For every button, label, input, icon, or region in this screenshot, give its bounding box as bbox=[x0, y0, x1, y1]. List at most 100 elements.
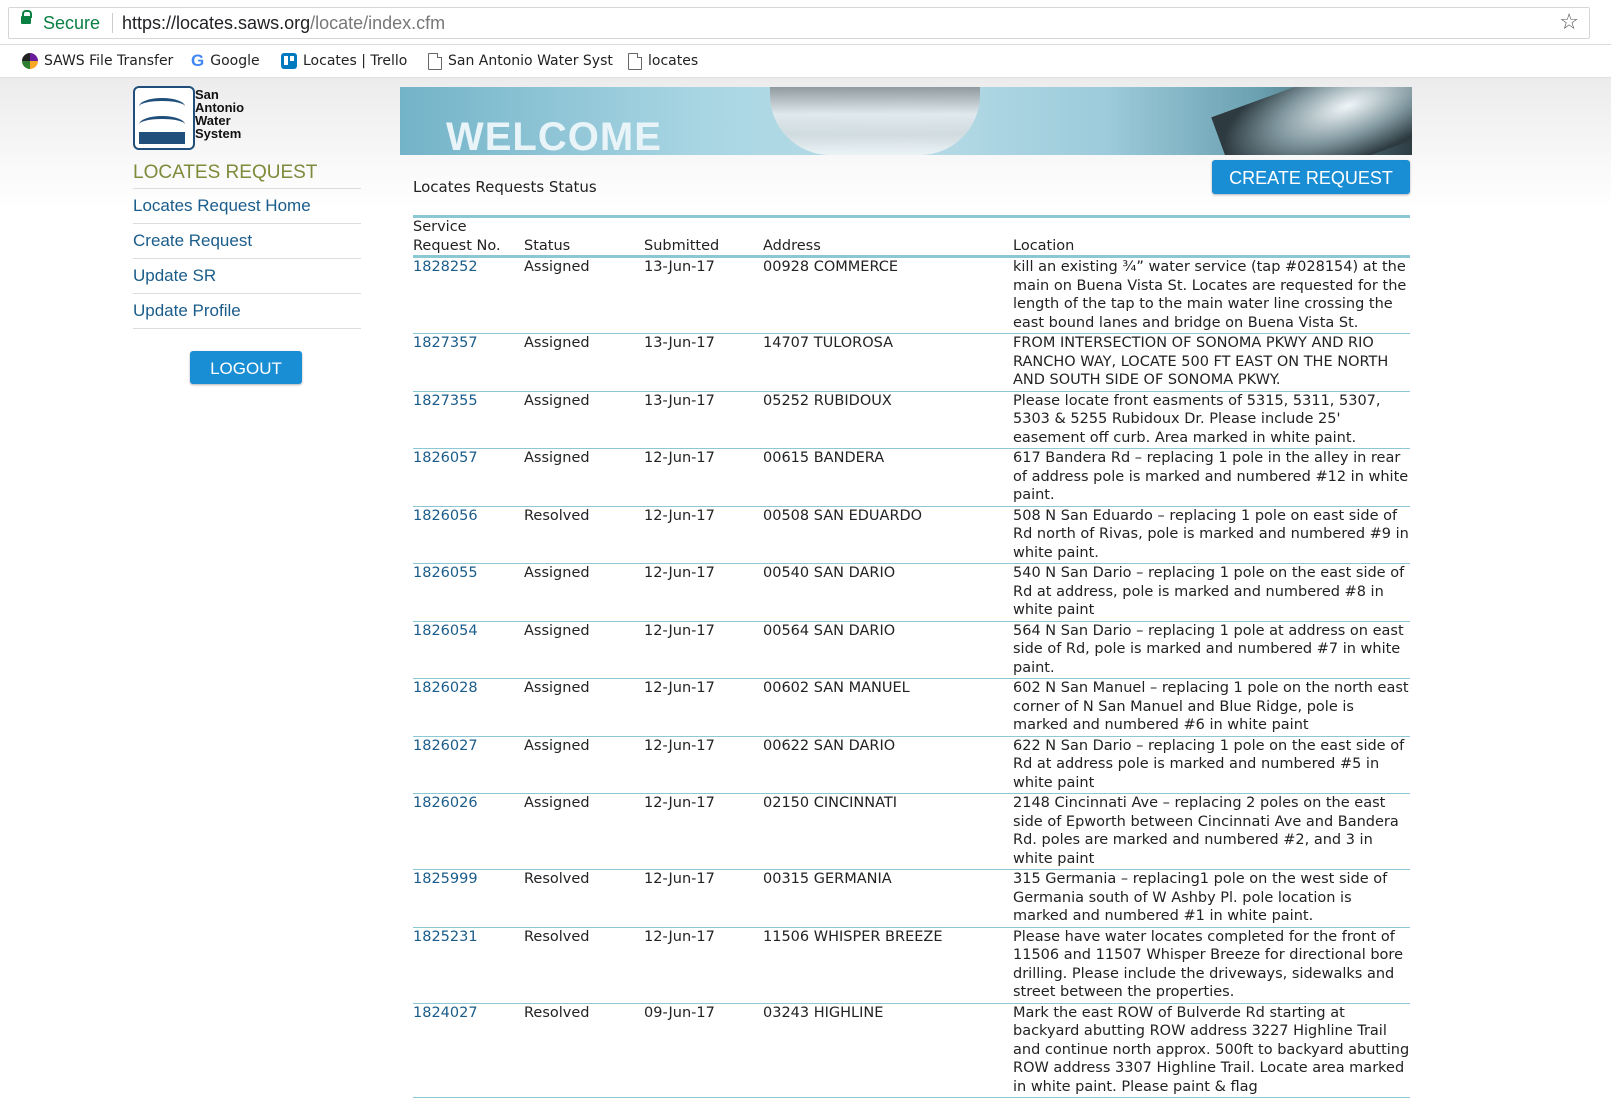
lock-icon bbox=[21, 10, 32, 24]
bookmark-star-icon[interactable]: ☆ bbox=[1559, 10, 1579, 35]
submitted-cell: 12-Jun-17 bbox=[644, 793, 763, 870]
trello-icon bbox=[281, 53, 297, 69]
table-row: 1825999 Resolved 12-Jun-17 00315 GERMANIA 31… bbox=[413, 869, 1410, 928]
saws-logo-mark bbox=[133, 86, 195, 150]
address-bar: Secure https://locates.saws.org/locate/i… bbox=[0, 0, 1611, 45]
create-request-button[interactable]: CREATE REQUEST bbox=[1212, 160, 1410, 194]
submitted-cell: 13-Jun-17 bbox=[644, 333, 763, 392]
location-cell: 622 N San Dario – replacing 1 pole on th… bbox=[1013, 736, 1410, 794]
page-title: Locates Requests Status bbox=[413, 178, 597, 196]
submitted-cell: 12-Jun-17 bbox=[644, 678, 763, 737]
service-request-link[interactable]: 1826057 bbox=[413, 448, 524, 507]
table-row: 1826026 Assigned 12-Jun-17 02150 CINCINNATI… bbox=[413, 793, 1410, 870]
submitted-cell: 13-Jun-17 bbox=[644, 391, 763, 449]
bookmark-label: San Antonio Water Syst bbox=[448, 53, 613, 69]
status-cell: Assigned bbox=[524, 563, 644, 622]
bookmark-saws-file-transfer[interactable]: SAWS File Transfer bbox=[22, 51, 173, 71]
page-icon bbox=[628, 52, 642, 70]
table-row: 1827355 Assigned 13-Jun-17 05252 RUBIDOUX Pl… bbox=[413, 391, 1410, 449]
bookmark-trello[interactable]: Locates | Trello bbox=[281, 51, 407, 71]
google-icon: G bbox=[191, 51, 205, 70]
column-header-service-request: Service Request No. bbox=[413, 218, 524, 258]
address-cell: 00928 COMMERCE bbox=[763, 256, 1013, 334]
service-request-link[interactable]: 1825999 bbox=[413, 869, 524, 928]
service-request-link[interactable]: 1824027 bbox=[413, 1003, 524, 1098]
bookmark-google[interactable]: G Google bbox=[191, 51, 260, 71]
sidebar: LOCATES REQUEST Locates Request Home Cre… bbox=[133, 160, 361, 329]
sidebar-item-update-sr[interactable]: Update SR bbox=[133, 259, 361, 294]
address-cell: 00315 GERMANIA bbox=[763, 869, 1013, 928]
sidebar-title: LOCATES REQUEST bbox=[133, 160, 361, 189]
logout-button[interactable]: LOGOUT bbox=[190, 351, 302, 384]
location-cell: Please locate front easments of 5315, 53… bbox=[1013, 391, 1410, 449]
table-row: 1826054 Assigned 12-Jun-17 00564 SAN DARIO 5… bbox=[413, 621, 1410, 679]
status-cell: Resolved bbox=[524, 1003, 644, 1098]
sidebar-item-locates-request-home[interactable]: Locates Request Home bbox=[133, 189, 361, 224]
bookmark-label: SAWS File Transfer bbox=[44, 53, 174, 69]
table-row: 1827357 Assigned 13-Jun-17 14707 TULOROSA FR… bbox=[413, 333, 1410, 392]
table-row: 1825231 Resolved 12-Jun-17 11506 WHISPER BR… bbox=[413, 927, 1410, 1004]
column-header-location: Location bbox=[1013, 218, 1410, 258]
saws-logo[interactable]: San Antonio Water System bbox=[133, 86, 244, 150]
address-cell: 02150 CINCINNATI bbox=[763, 793, 1013, 870]
address-cell: 05252 RUBIDOUX bbox=[763, 391, 1013, 449]
requests-table-wrapper: Service Request No. Status Submitted Add… bbox=[413, 215, 1410, 1098]
submitted-cell: 12-Jun-17 bbox=[644, 506, 763, 564]
omnibox-divider bbox=[112, 13, 113, 33]
status-cell: Assigned bbox=[524, 333, 644, 392]
status-cell: Assigned bbox=[524, 793, 644, 870]
sidebar-item-update-profile[interactable]: Update Profile bbox=[133, 294, 361, 329]
submitted-cell: 12-Jun-17 bbox=[644, 621, 763, 679]
address-cell: 03243 HIGHLINE bbox=[763, 1003, 1013, 1098]
location-cell: 617 Bandera Rd – replacing 1 pole in the… bbox=[1013, 448, 1410, 507]
column-header-status: Status bbox=[524, 218, 644, 258]
table-row: 1828252 Assigned 13-Jun-17 00928 COMMERCE ki… bbox=[413, 256, 1410, 334]
service-request-link[interactable]: 1828252 bbox=[413, 256, 524, 334]
service-request-link[interactable]: 1826026 bbox=[413, 793, 524, 870]
secure-label: Secure bbox=[43, 13, 101, 33]
address-cell: 00602 SAN MANUEL bbox=[763, 678, 1013, 737]
url-host: https://locates.saws.org bbox=[122, 13, 311, 33]
location-cell: Mark the east ROW of Bulverde Rd startin… bbox=[1013, 1003, 1410, 1098]
location-cell: 602 N San Manuel – replacing 1 pole on t… bbox=[1013, 678, 1410, 737]
status-cell: Assigned bbox=[524, 448, 644, 507]
submitted-cell: 12-Jun-17 bbox=[644, 869, 763, 928]
bookmark-locates[interactable]: locates bbox=[628, 51, 698, 71]
page-icon bbox=[428, 52, 442, 70]
address-cell: 00508 SAN EDUARDO bbox=[763, 506, 1013, 564]
service-request-link[interactable]: 1825231 bbox=[413, 927, 524, 1004]
status-cell: Assigned bbox=[524, 736, 644, 794]
location-cell: 2148 Cincinnati Ave – replacing 2 poles … bbox=[1013, 793, 1410, 870]
service-request-link[interactable]: 1826027 bbox=[413, 736, 524, 794]
status-cell: Assigned bbox=[524, 621, 644, 679]
location-cell: 540 N San Dario – replacing 1 pole on th… bbox=[1013, 563, 1410, 622]
omnibox[interactable]: Secure https://locates.saws.org/locate/i… bbox=[8, 7, 1590, 39]
submitted-cell: 12-Jun-17 bbox=[644, 448, 763, 507]
faucet-graphic bbox=[770, 87, 980, 155]
service-request-link[interactable]: 1827355 bbox=[413, 391, 524, 449]
bookmark-label: locates bbox=[648, 53, 699, 69]
bookmark-label: Locates | Trello bbox=[303, 53, 408, 69]
table-row: 1826057 Assigned 12-Jun-17 00615 BANDERA 617… bbox=[413, 448, 1410, 507]
service-request-link[interactable]: 1827357 bbox=[413, 333, 524, 392]
banner-title: WELCOME bbox=[446, 115, 662, 155]
sidebar-item-create-request[interactable]: Create Request bbox=[133, 224, 361, 259]
submitted-cell: 12-Jun-17 bbox=[644, 927, 763, 1004]
table-header-row: Service Request No. Status Submitted Add… bbox=[413, 218, 1410, 258]
location-cell: kill an existing ¾” water service (tap #… bbox=[1013, 256, 1410, 334]
column-header-submitted: Submitted bbox=[644, 218, 763, 258]
location-cell: Please have water locates completed for … bbox=[1013, 927, 1410, 1004]
service-request-link[interactable]: 1826054 bbox=[413, 621, 524, 679]
table-row: 1826056 Resolved 12-Jun-17 00508 SAN EDUARD… bbox=[413, 506, 1410, 564]
location-cell: 315 Germania – replacing1 pole on the we… bbox=[1013, 869, 1410, 928]
location-cell: FROM INTERSECTION OF SONOMA PKWY AND RIO… bbox=[1013, 333, 1410, 392]
column-header-address: Address bbox=[763, 218, 1013, 258]
service-request-link[interactable]: 1826056 bbox=[413, 506, 524, 564]
address-cell: 14707 TULOROSA bbox=[763, 333, 1013, 392]
status-cell: Assigned bbox=[524, 256, 644, 334]
service-request-link[interactable]: 1826055 bbox=[413, 563, 524, 622]
bookmarks-bar: SAWS File Transfer G Google Locates | Tr… bbox=[0, 45, 1611, 78]
bookmark-san-antonio-water[interactable]: San Antonio Water Syst bbox=[428, 51, 613, 71]
service-request-link[interactable]: 1826028 bbox=[413, 678, 524, 737]
url-text[interactable]: https://locates.saws.org/locate/index.cf… bbox=[122, 13, 445, 34]
